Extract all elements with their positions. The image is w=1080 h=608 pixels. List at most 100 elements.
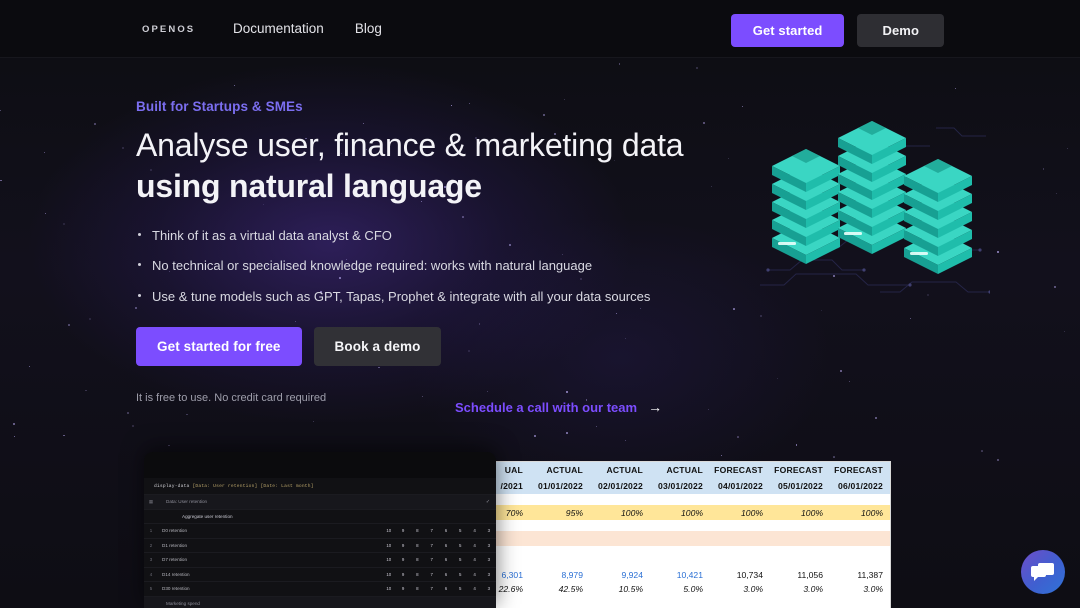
forecast-table: UAL ACTUAL ACTUAL ACTUAL FORECAST FORECA… [470,462,890,596]
table-row: 70% 95% 100% 100% 100% 100% 100% [470,505,890,520]
col-type-5: FORECAST [770,462,830,478]
console-dataset-header[interactable]: ▦ Data: User retention ✓ [144,494,496,509]
hero-feature-list: Think of it as a virtual data analyst & … [136,227,756,306]
col-date-6: 06/01/2022 [830,478,890,494]
cell: 11,056 [797,570,823,580]
cell: 100% [590,505,650,520]
row-values: 10 9 8 7 6 5 4 3 [386,557,491,563]
col-type-2: ACTUAL [590,462,650,478]
list-item[interactable]: 5 D30 retention 10 9 8 7 6 5 4 3 [144,581,496,596]
cell: 10.5% [618,584,643,594]
list-item[interactable]: Marketing spend [144,595,496,608]
cell: 11,387 [857,570,883,580]
col-type-3: ACTUAL [650,462,710,478]
row-index: 4 [149,571,153,577]
brand-logo[interactable]: OPENOS [142,24,195,35]
table-row: 22.6% 42.5% 10.5% 5.0% 3.0% 3.0% 3.0% [470,582,890,596]
hero-title-bold: using natural language [136,167,482,204]
list-item[interactable]: 3 D7 retention 10 9 8 7 6 5 4 3 [144,552,496,567]
cell: 42.5% [558,584,583,594]
table-row [470,531,890,546]
pricing-disclaimer: It is free to use. No credit card requir… [136,391,327,404]
row-label: D30 retention [162,586,190,592]
demo-button[interactable]: Demo [857,14,944,47]
cell: 100% [830,505,890,520]
console-command-line: display-data [Data: User retention] [Dat… [144,478,496,494]
row-label: D0 retention [162,528,188,534]
blank-cell [470,557,890,568]
row-index: 3 [149,557,153,563]
console-panel[interactable]: display-data [Data: User retention] [Dat… [144,452,496,608]
nav-link-documentation[interactable]: Documentation [233,21,324,36]
table-row [470,520,890,531]
cell: 5.0% [683,584,703,594]
table-row [470,557,890,568]
nav-links: Documentation Blog [233,21,382,36]
row-values: 10 9 8 7 6 5 4 3 [386,528,491,534]
table-header: UAL ACTUAL ACTUAL ACTUAL FORECAST FORECA… [470,462,890,494]
list-item[interactable]: 4 D14 retention 10 9 8 7 6 5 4 3 [144,566,496,582]
cell: 100% [710,505,770,520]
col-type-6: FORECAST [830,462,890,478]
cell: 8,979 [561,570,583,580]
console-dataset-label: Data: User retention [166,499,208,505]
schedule-call-label: Schedule a call with our team [455,399,638,415]
get-started-button[interactable]: Get started [730,14,845,47]
cell: 10,734 [736,570,763,580]
row-values: 10 9 8 7 6 5 4 3 [386,542,491,548]
table-row-types: UAL ACTUAL ACTUAL ACTUAL FORECAST FORECA… [470,462,890,478]
row-values: 10 9 8 7 6 5 4 3 [386,571,491,577]
list-item: Think of it as a virtual data analyst & … [136,227,756,245]
blank-cell [470,520,890,531]
nav-link-blog[interactable]: Blog [355,21,382,36]
schedule-call-link[interactable]: Schedule a call with our team → [455,399,662,415]
cell: 100% [770,505,830,520]
isometric-servers-svg [760,121,992,294]
row-index: 2 [149,542,153,548]
table-row [470,494,890,505]
grid-icon: ▦ [148,498,154,504]
col-date-4: 04/01/2022 [710,478,770,494]
row-label: D14 retention [162,571,190,577]
list-item[interactable]: 2 D1 retention 10 9 8 7 6 5 4 3 [144,537,496,553]
chat-widget-button[interactable] [1021,550,1065,594]
hero-section: Built for Startups & SMEs Analyse user, … [136,99,756,404]
row-label: D1 retention [162,542,188,548]
col-date-1: 01/01/2022 [530,478,590,494]
blank-cell [470,494,890,505]
list-item: No technical or specialised knowledge re… [136,257,756,275]
cell: 95% [530,505,590,520]
spreadsheet-preview[interactable]: UAL ACTUAL ACTUAL ACTUAL FORECAST FORECA… [470,462,890,608]
chat-bubbles-icon [1031,563,1054,581]
landing-page: OPENOS Documentation Blog Get started De… [0,0,1080,608]
console-titlebar [144,452,496,478]
cell: 3.0% [743,584,763,594]
row-label: Marketing spend [166,600,200,606]
col-type-1: ACTUAL [530,462,590,478]
table-body: 70% 95% 100% 100% 100% 100% 100% 6,301 8… [470,494,890,596]
col-date-5: 05/01/2022 [770,478,830,494]
table-row: 6,301 8,979 9,924 10,421 10,734 11,056 1… [470,568,890,582]
hero-cta-row: Get started for free Book a demo [136,326,756,366]
top-navigation-bar: OPENOS Documentation Blog Get started De… [0,0,1080,58]
cell: 100% [650,505,710,520]
arrow-right-icon: → [648,399,663,415]
cell: 9,924 [621,570,643,580]
col-date-3: 03/01/2022 [650,478,710,494]
hero-eyebrow: Built for Startups & SMEs [136,99,303,114]
list-item[interactable]: Aggregate user retention [144,508,496,524]
col-type-4: FORECAST [710,462,770,478]
get-started-for-free-button[interactable]: Get started for free [136,326,302,366]
book-a-demo-button[interactable]: Book a demo [313,326,442,366]
blank-cell [470,546,890,557]
col-date-2: 02/01/2022 [590,478,650,494]
row-label: D7 retention [162,557,188,563]
row-values: 10 9 8 7 6 5 4 3 [386,586,491,592]
cell: 3.0% [863,584,883,594]
page-title: Analyse user, finance & marketing data u… [136,125,756,207]
highlight-cell [470,531,890,546]
hero-title-light: Analyse user, finance & marketing data [136,127,684,163]
list-item: Use & tune models such as GPT, Tapas, Pr… [136,288,756,306]
row-index: 1 [149,528,153,534]
list-item[interactable]: 1 D0 retention 10 9 8 7 6 5 4 3 [144,523,496,538]
